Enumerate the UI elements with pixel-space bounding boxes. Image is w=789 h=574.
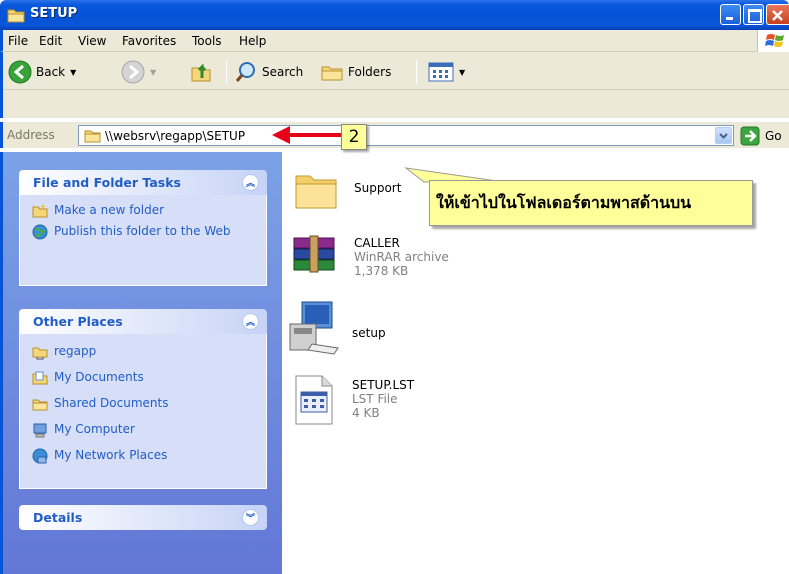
- task-make-new-folder[interactable]: Make a new folder: [32, 203, 256, 219]
- file-folder-tasks-panel: File and Folder Tasks ︽ Make a new folde…: [19, 170, 267, 286]
- panel-title: Details: [33, 510, 83, 525]
- folder-icon: [84, 130, 101, 143]
- close-icon: [772, 10, 783, 21]
- place-my-documents[interactable]: My Documents: [32, 370, 256, 386]
- maximize-button[interactable]: [743, 4, 764, 25]
- forward-button[interactable]: ▼: [121, 59, 156, 85]
- minimize-button[interactable]: [720, 4, 741, 25]
- place-regapp[interactable]: regapp: [32, 344, 256, 360]
- window-title: SETUP: [30, 6, 78, 21]
- lst-file-icon: [295, 375, 333, 425]
- place-my-computer[interactable]: My Computer: [32, 422, 256, 438]
- collapse-icon[interactable]: ︽: [242, 313, 259, 330]
- folder-icon: [7, 9, 25, 23]
- place-my-network-places[interactable]: My Network Places: [32, 448, 256, 464]
- panel-header[interactable]: Other Places ︽: [19, 309, 267, 334]
- search-icon: [235, 62, 255, 82]
- other-places-panel: Other Places ︽ regapp My Documents Share…: [19, 309, 267, 489]
- network-places-icon: [32, 448, 48, 464]
- panel-title: File and Folder Tasks: [33, 175, 181, 190]
- list-item[interactable]: SETUP.LST LST File 4 KB: [292, 374, 414, 426]
- new-folder-icon: [32, 204, 48, 218]
- address-input[interactable]: \\websrv\regapp\SETUP: [78, 125, 734, 146]
- menu-tools[interactable]: Tools: [192, 34, 222, 48]
- step-number-badge: 2: [341, 124, 367, 150]
- red-arrow-icon: [272, 126, 344, 144]
- chevron-down-icon: [719, 133, 728, 139]
- shared-folder-icon: [32, 399, 48, 411]
- collapse-icon[interactable]: ︽: [242, 174, 259, 191]
- menu-favorites[interactable]: Favorites: [122, 34, 176, 48]
- title-bar: SETUP: [0, 0, 789, 30]
- list-item[interactable]: CALLER WinRAR archive 1,378 KB: [290, 232, 449, 280]
- list-item[interactable]: Support: [292, 166, 401, 214]
- menu-bar: File Edit View Favorites Tools Help: [0, 30, 789, 52]
- menu-view[interactable]: View: [78, 34, 106, 48]
- setup-program-icon: [289, 301, 339, 355]
- search-button[interactable]: Search: [234, 59, 303, 85]
- winrar-archive-icon: [293, 235, 335, 273]
- up-folder-icon: [191, 63, 211, 82]
- list-item[interactable]: setup: [288, 300, 386, 360]
- views-button[interactable]: ▼: [428, 59, 465, 85]
- network-folder-icon: [32, 347, 48, 360]
- menu-help[interactable]: Help: [239, 34, 266, 48]
- back-arrow-icon: [8, 60, 32, 84]
- windows-logo-icon: [757, 30, 789, 52]
- forward-arrow-icon: [121, 60, 145, 84]
- back-dropdown-icon[interactable]: ▼: [70, 68, 76, 77]
- panel-header[interactable]: File and Folder Tasks ︽: [19, 170, 267, 195]
- go-button[interactable]: Go: [740, 126, 782, 146]
- my-documents-icon: [32, 371, 48, 385]
- address-label: Address: [7, 128, 55, 142]
- back-button[interactable]: Back ▼: [8, 59, 76, 85]
- menu-file[interactable]: File: [8, 34, 28, 48]
- menu-edit[interactable]: Edit: [39, 34, 62, 48]
- go-arrow-icon: [740, 126, 760, 146]
- task-publish-to-web[interactable]: Publish this folder to the Web: [32, 224, 256, 240]
- toolbar: Back ▼ ▼ Search Folders ▼: [0, 52, 789, 118]
- views-dropdown-icon[interactable]: ▼: [459, 68, 465, 77]
- folders-button[interactable]: Folders: [320, 59, 391, 85]
- details-panel: Details ︾: [19, 505, 267, 530]
- forward-dropdown-icon[interactable]: ▼: [150, 68, 156, 77]
- folders-icon: [321, 66, 343, 81]
- globe-icon: [32, 224, 48, 240]
- views-icon: [428, 62, 454, 82]
- address-value: \\websrv\regapp\SETUP: [105, 129, 246, 143]
- expand-icon[interactable]: ︾: [242, 509, 259, 526]
- close-button[interactable]: [766, 4, 789, 25]
- panel-header[interactable]: Details ︾: [19, 505, 267, 530]
- instruction-callout: ให้เข้าไปในโฟลเดอร์ตามพาสด้านบน: [429, 180, 753, 226]
- task-pane: File and Folder Tasks ︽ Make a new folde…: [0, 152, 282, 574]
- panel-title: Other Places: [33, 314, 123, 329]
- place-shared-documents[interactable]: Shared Documents: [32, 396, 256, 412]
- standard-buttons: Back ▼ ▼ Search Folders ▼: [3, 52, 789, 90]
- folder-icon: [295, 175, 337, 209]
- address-dropdown-button[interactable]: [715, 127, 732, 144]
- computer-icon: [33, 423, 47, 438]
- up-folder-button[interactable]: [189, 59, 213, 85]
- address-bar: Address \\websrv\regapp\SETUP Go: [0, 122, 789, 148]
